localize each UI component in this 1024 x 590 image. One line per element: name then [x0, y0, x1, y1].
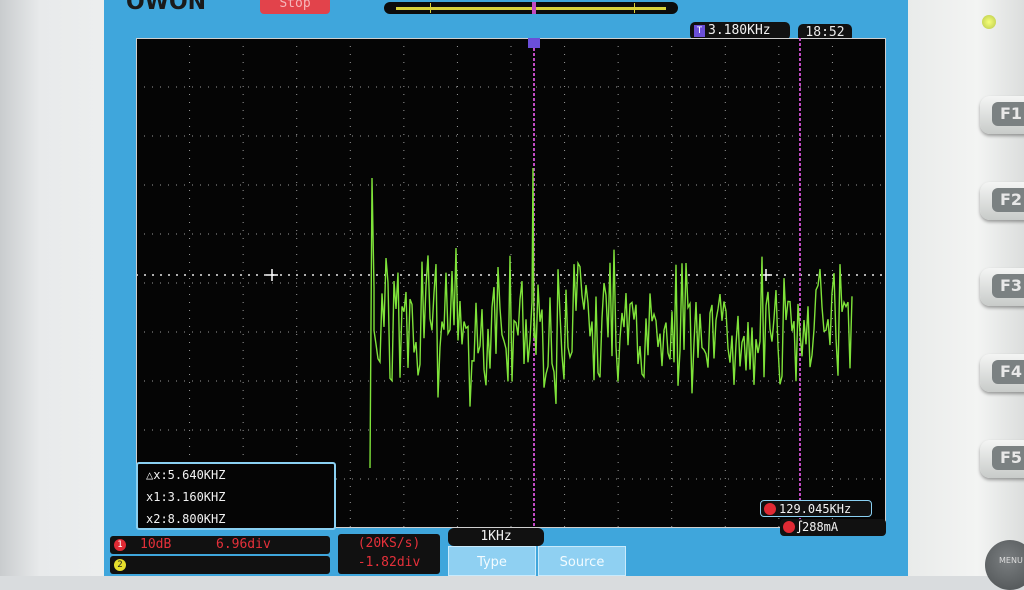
f4-button[interactable]: F4 [980, 354, 1024, 392]
frequency-readout: 129.045KHz [760, 500, 872, 517]
trigger-position-marker [532, 2, 536, 14]
f1-button[interactable]: F1 [980, 96, 1024, 134]
spectrum-trace [369, 167, 853, 469]
cursor-x2: x2:8.800KHZ [146, 512, 226, 526]
waveform-display [136, 38, 886, 528]
channel1-dot [764, 503, 776, 515]
channel1-position: 6.96div [216, 537, 271, 552]
channel1-info[interactable]: 1 10dB 6.96div [110, 536, 330, 554]
f2-button[interactable]: F2 [980, 182, 1024, 220]
channel1-scale: 10dB [140, 537, 172, 552]
source-button[interactable]: Source [538, 546, 626, 576]
acquisition-info: (20KS/s) -1.82div [338, 534, 440, 574]
status-bar: OWON Stop [104, 0, 908, 20]
f3-button[interactable]: F3 [980, 268, 1024, 306]
channel2-info[interactable]: 2 [110, 556, 330, 574]
spectrum-plot [136, 38, 886, 528]
channel2-badge: 2 [114, 559, 126, 571]
brand-logo: OWON [126, 0, 207, 15]
trigger-marker [528, 38, 540, 48]
type-button[interactable]: Type [448, 546, 536, 576]
span-readout: 1KHz [448, 528, 544, 546]
sample-rate: (20KS/s) [357, 536, 421, 551]
cursor-readout: △x:5.640KHZ x1:3.160KHZ x2:8.800KHZ [136, 462, 336, 530]
bottom-bar: 1 10dB 6.96div 2 (20KS/s) -1.82div 1KHz … [104, 528, 908, 576]
power-led [982, 15, 996, 29]
cursor-delta: △x:5.640KHZ [146, 468, 226, 482]
scope-screen: OWON Stop T 3.180KHz 18:52 △x:5.640KHZ x1… [104, 0, 908, 576]
trigger-icon: T [694, 24, 705, 37]
cursor-x1: x1:3.160KHZ [146, 490, 226, 504]
f5-button[interactable]: F5 [980, 440, 1024, 478]
trigger-position-bar [384, 2, 678, 14]
menu-knob[interactable]: MENU [985, 540, 1024, 590]
run-stop-indicator: Stop [260, 0, 330, 14]
offset-value: -1.82div [357, 555, 421, 570]
channel1-badge: 1 [114, 539, 126, 551]
